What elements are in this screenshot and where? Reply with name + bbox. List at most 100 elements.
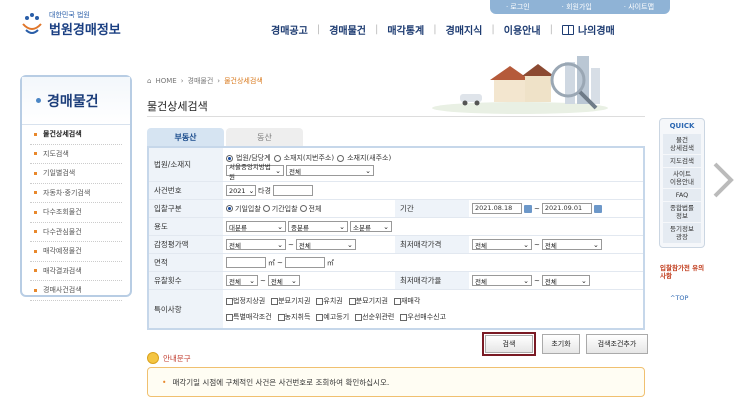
quick-item-registry[interactable]: 등기정보 광장 [663,223,701,243]
appraisal-label: 감정평가액 [149,236,223,253]
newaddr-radio-label: 소재지(새주소) [347,154,392,162]
area-value: ㎡ ~ ㎡ [223,254,643,271]
special-option[interactable]: 법정지상권 [226,296,265,306]
jibun-radio[interactable] [273,154,281,162]
signup-link[interactable]: · 회원가입 [562,2,592,12]
bid-label: 입찰구분 [149,200,223,217]
fail-min-select[interactable]: 전체 [226,275,258,286]
calendar-icon[interactable] [593,204,602,213]
special-option-label: 예고등기 [323,313,350,321]
court-dept-select[interactable]: 전체 [286,165,374,176]
sitemap-link[interactable]: · 사이트맵 [624,2,654,12]
sidebar-item-upcoming[interactable]: 매각예정물건 [30,242,122,262]
quick-menu: QUICK 물건 상세검색 지도검색 사이트 이용안내 FAQ 종합법률 정보 … [659,118,705,248]
bullet-icon [36,98,41,103]
top-button[interactable]: ^TOP [670,294,688,302]
tab-movable[interactable]: 동산 [226,128,303,146]
sidebar-item-case-search[interactable]: 경매사건검색 [30,281,122,301]
sidebar-item-map-search[interactable]: 지도검색 [30,145,122,164]
special-option[interactable]: 분묘기지권 [271,296,310,306]
special-option[interactable]: 선순위관련 [355,312,394,322]
checkbox[interactable] [226,313,233,321]
breadcrumb-home[interactable]: HOME [155,77,176,85]
bid-notice-link[interactable]: 입찰참가전 유의사항 [660,264,706,280]
area-unit: ㎡ [326,258,334,267]
special-option[interactable]: 분묘기지권 [348,296,388,306]
bid-period-radio[interactable] [262,205,270,212]
reset-button[interactable]: 초기화 [542,334,580,354]
special-option[interactable]: 농지취득 [277,312,310,322]
nav-usage-guide[interactable]: 이용안내 [495,22,550,37]
tab-bar: 부동산 동산 [147,128,303,146]
use-minor-select[interactable]: 소분류 [350,221,392,232]
bid-all-radio[interactable] [299,205,307,212]
quick-item-faq[interactable]: FAQ [663,189,701,201]
area-min-input[interactable] [226,257,266,268]
minrate-max-select[interactable]: 전체 [541,275,590,286]
minrate-min-select[interactable]: 전체 [472,275,532,286]
date-to-input[interactable]: 2021.09.01 [541,203,592,214]
breadcrumb: ⌂ HOME › 경매물건 › 물건상세검색 [147,76,263,86]
nav-auction-knowledge[interactable]: 경매지식 [437,22,492,37]
sidebar-item-results[interactable]: 매각결과검색 [30,262,122,281]
fail-max-select[interactable]: 전체 [267,275,300,286]
chevron-right-icon[interactable] [709,160,737,200]
checkbox[interactable] [277,313,285,321]
fail-label: 유찰횟수 [149,272,223,289]
add-condition-button[interactable]: 검색조건추가 [586,334,648,354]
checkbox[interactable] [226,297,233,305]
special-option[interactable]: 재매각 [393,296,420,306]
bid-date-radio[interactable] [226,205,233,212]
bid-period-label: 기간입찰 [271,204,298,213]
sidebar-item-detail-search[interactable]: 물건상세검색 [30,125,122,145]
search-button[interactable]: 검색 [485,335,533,353]
sidebar-item-most-viewed[interactable]: 다수조회물건 [30,203,122,223]
quick-item-law[interactable]: 종합법률 정보 [663,202,701,222]
area-max-input[interactable] [284,257,325,268]
case-number-input[interactable] [272,185,313,196]
special-option[interactable]: 특별매각조건 [226,312,272,322]
nav-auction-items[interactable]: 경매물건 [320,22,375,37]
special-row-1: 법정지상권 분묘기지권 유치권 분묘기지권 재매각 [226,296,420,306]
special-option[interactable]: 우선매수신고 [400,312,446,322]
chevron-right-icon: › [180,77,184,85]
breadcrumb-items[interactable]: 경매물건 [188,76,214,86]
guide-title: 안내문구 [163,353,191,363]
special-option-label: 특별매각조건 [233,313,272,321]
quick-item-detail[interactable]: 물건 상세검색 [663,134,701,154]
special-option[interactable]: 예고등기 [316,312,349,322]
sidebar-item-most-interest[interactable]: 다수관심물건 [30,223,122,242]
sidebar-header: 경매물건 [22,77,130,125]
appraisal-value: 전체~ 전체 [223,236,395,253]
quick-item-map[interactable]: 지도검색 [663,155,701,167]
nav-auction-notice[interactable]: 경매공고 [262,22,317,37]
nav-sale-stats[interactable]: 매각통계 [378,22,433,37]
login-link[interactable]: · 로그인 [506,2,530,12]
range-tilde: ~ [277,258,283,267]
minprice-min-select[interactable]: 전체 [472,239,532,250]
sidebar-item-date-search[interactable]: 기일별검색 [30,164,122,184]
minprice-max-select[interactable]: 전체 [541,239,602,250]
use-major-select[interactable]: 대분류 [226,221,286,232]
use-middle-select[interactable]: 중분류 [288,221,348,232]
special-option[interactable]: 유치권 [316,296,343,306]
main-nav: 경매공고 | 경매물건 | 매각통계 | 경매지식 | 이용안내 | 나의경매 [262,22,624,37]
quick-item-guide[interactable]: 사이트 이용안내 [663,168,701,188]
sidebar-item-vehicle-search[interactable]: 자동차·중기검색 [30,184,122,203]
logo[interactable]: 대한민국 법원 법원경매정보 [18,10,121,38]
tab-real-estate[interactable]: 부동산 [147,128,224,146]
checkbox[interactable] [393,297,401,305]
special-label: 특이사항 [149,290,223,328]
nav-my-auction[interactable]: 나의경매 [553,22,624,37]
appraisal-max-select[interactable]: 전체 [295,239,356,250]
sidebar: 경매물건 물건상세검색 지도검색 기일별검색 자동차·중기검색 다수조회물건 다… [20,75,132,301]
checkbox[interactable] [348,297,356,305]
court-select[interactable]: 서울중앙지방법원 [226,163,284,181]
case-year-select[interactable]: 2021 [226,185,256,196]
newaddr-radio[interactable] [337,154,345,162]
appraisal-min-select[interactable]: 전체 [226,239,286,250]
calendar-icon[interactable] [524,204,532,213]
range-tilde: ~ [534,276,540,285]
area-unit: ㎡ [268,258,275,267]
date-from-input[interactable]: 2021.08.18 [472,203,522,214]
